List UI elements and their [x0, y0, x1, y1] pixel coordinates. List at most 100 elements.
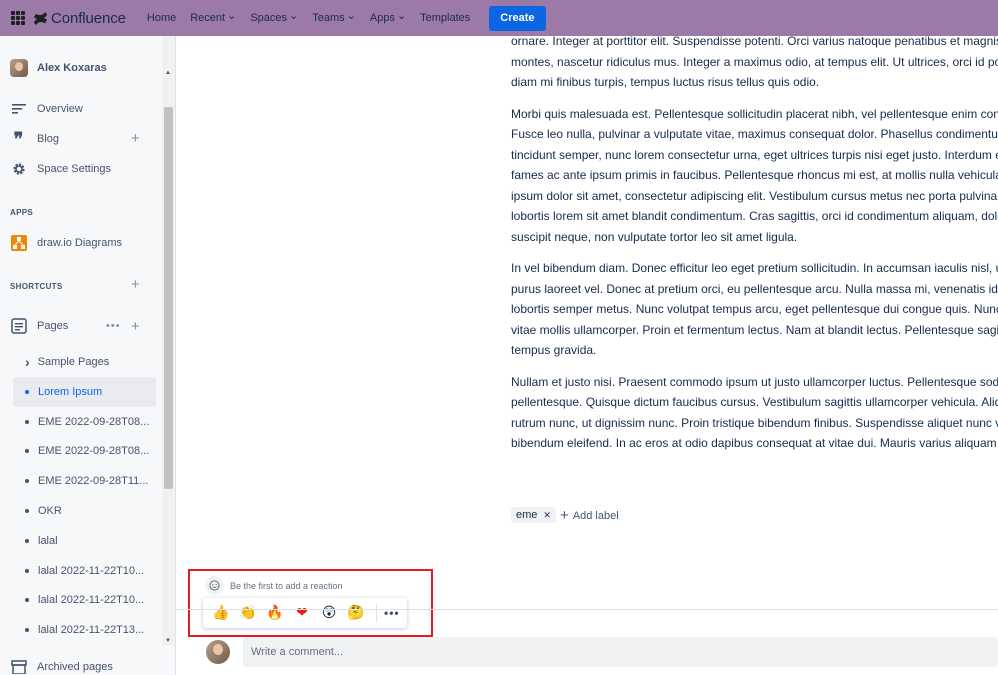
tree-item[interactable]: lalal 2022-11-22T10... [13, 585, 156, 615]
bullet-icon [25, 628, 29, 633]
bullet-icon [25, 449, 29, 454]
nav-spaces[interactable]: Spaces ⌄ [250, 10, 299, 24]
sidebar-item-label: Space Settings [37, 163, 111, 175]
scrollbar-thumb[interactable] [164, 107, 173, 489]
tree-item[interactable]: Lorem Ipsum [13, 376, 156, 407]
tree-item[interactable]: EME 2022-09-28T11... [13, 466, 156, 496]
tree-item-label: EME 2022-09-28T11... [38, 475, 149, 488]
bullet-icon [25, 389, 29, 394]
sidebar-item-label: draw.io Diagrams [37, 237, 122, 249]
overview-icon [10, 102, 27, 116]
tree-item-label: lalal 2022-11-22T10... [38, 564, 145, 577]
tree-item-label: Lorem Ipsum [38, 385, 103, 398]
bullet-icon [25, 598, 29, 603]
tree-item-label: EME 2022-09-28T08... [38, 445, 150, 458]
gear-icon [10, 162, 27, 176]
tree-item-label: EME 2022-09-28T08... [38, 415, 150, 428]
text-line: vitae mollis ullamcorper. Proin et ferme… [511, 322, 998, 337]
page-body: ornare. Integer at porttitor elit. Suspe… [511, 31, 998, 465]
user-name: Alex Koxaras [37, 62, 107, 74]
paragraph: Nullam et justo nisi. Praesent commodo i… [511, 372, 998, 454]
nav-label: Apps [369, 12, 395, 24]
tree-item[interactable]: › Sample Pages [13, 347, 156, 377]
page-label-chip[interactable]: eme ✕ [511, 507, 556, 523]
tree-item[interactable]: OKR [13, 496, 156, 526]
sidebar-item-overview[interactable]: Overview [10, 102, 83, 116]
paragraph: Morbi quis malesuada est. Pellentesque s… [511, 104, 998, 248]
sidebar-item-archived-pages[interactable]: Archived pages [10, 660, 113, 674]
space-owner[interactable]: Alex Koxaras [10, 59, 107, 77]
pages-more-icon[interactable]: ••• [106, 320, 121, 332]
text-line: In vel bibendum diam. Donec efficitur le… [511, 261, 998, 275]
sidebar-item-space-settings[interactable]: Space Settings [10, 162, 111, 176]
tree-item-label: lalal [38, 534, 58, 547]
nav-recent[interactable]: Recent ⌄ [190, 10, 237, 24]
tree-item-label: OKR [38, 505, 62, 517]
tree-item-label: Sample Pages [37, 356, 110, 368]
scroll-up-arrow-icon[interactable]: ▲ [165, 70, 171, 76]
text-line: rutrum nunc, ut dignissim nunc. Proin tr… [511, 415, 998, 430]
quote-icon: ❞ [13, 128, 24, 150]
text-line: Nullam et justo nisi. Praesent commodo i… [511, 374, 998, 389]
product-name: Confluence [51, 9, 126, 27]
tree-item-label: lalal 2022-11-22T10... [38, 594, 145, 607]
sidebar-item-drawio[interactable]: draw.io Diagrams [10, 235, 122, 251]
chevron-down-icon: ⌄ [227, 10, 237, 22]
add-label-text: Add label [572, 509, 619, 522]
tree-item[interactable]: EME 2022-09-28T08... [13, 436, 156, 466]
plus-icon: + [560, 507, 569, 524]
text-line: diam mi finibus turpis, tempus luctus ri… [511, 75, 820, 89]
chevron-right-icon[interactable]: › [25, 354, 30, 370]
comment-divider [176, 609, 998, 610]
add-shortcut-icon[interactable]: + [131, 276, 140, 293]
paragraph: In vel bibendum diam. Donec efficitur le… [511, 258, 998, 361]
add-blog-icon[interactable]: + [131, 130, 140, 147]
shortcuts-heading: SHORTCUTS [10, 282, 63, 291]
tree-item[interactable]: lalal 2022-11-22T13... [13, 615, 156, 645]
sidebar-item-label: Blog [37, 133, 60, 145]
text-line: purus laoreet vel. Donec at pretium orci… [511, 281, 998, 296]
text-line: Fusce leo nulla, pulvinar a vulputate vi… [511, 127, 998, 141]
nav-apps[interactable]: Apps ⌄ [369, 10, 406, 24]
sidebar-item-label: Archived pages [37, 661, 113, 673]
confluence-logo[interactable]: Confluence [33, 10, 126, 27]
text-line: lobortis semper metus. Nunc volutpat tem… [511, 302, 998, 316]
bullet-icon [25, 479, 29, 484]
text-line: lobortis lorem sit amet blandit condimen… [511, 209, 998, 223]
text-line: Morbi quis malesuada est. Pellentesque s… [511, 106, 998, 121]
add-page-icon[interactable]: + [131, 318, 140, 335]
highlight-box [188, 569, 433, 637]
text-line: ornare. Integer at porttitor elit. Suspe… [511, 34, 998, 48]
text-line: suscipit neque, non vulputate tortor leo… [511, 229, 798, 244]
comment-input[interactable]: Write a comment... [243, 637, 998, 667]
nav-templates[interactable]: Templates [420, 12, 470, 24]
bullet-icon [25, 419, 29, 424]
text-line: pellentesque. Quisque dictum faucibus cu… [511, 395, 998, 409]
text-line: bibendum eleifend. In ac eros at odio da… [511, 436, 998, 450]
scroll-down-arrow-icon[interactable]: ▼ [165, 638, 171, 644]
add-label-button[interactable]: + Add label [560, 507, 619, 524]
avatar [206, 640, 230, 664]
app-switcher-icon[interactable] [11, 11, 25, 25]
nav-home[interactable]: Home [147, 12, 176, 24]
tree-item[interactable]: lalal [13, 526, 156, 556]
archive-icon [10, 660, 27, 674]
text-line: montes, nascetur ridiculus mus. Integer … [511, 54, 998, 69]
apps-heading: APPS [10, 208, 33, 217]
tree-item[interactable]: lalal 2022-11-22T10... [13, 556, 156, 586]
tree-item-label: lalal 2022-11-22T13... [38, 624, 145, 637]
avatar [10, 59, 28, 77]
tree-item[interactable]: EME 2022-09-28T08... [13, 407, 156, 437]
sidebar-item-pages[interactable]: Pages [10, 318, 68, 334]
text-line: tincidunt semper, nunc lorem consectetur… [511, 147, 998, 162]
confluence-logo-icon [33, 11, 48, 25]
drawio-icon [10, 235, 27, 251]
chevron-down-icon: ⌄ [289, 10, 299, 22]
text-line: fames ac ante ipsum primis in faucibus. … [511, 168, 998, 182]
remove-label-icon[interactable]: ✕ [543, 510, 551, 521]
create-button[interactable]: Create [489, 5, 546, 31]
sidebar-item-blog[interactable]: ❞ Blog [10, 128, 60, 150]
nav-teams[interactable]: Teams ⌄ [312, 10, 356, 24]
sidebar-scrollbar[interactable]: ▲ ▼ [162, 36, 175, 646]
label-text: eme [516, 509, 538, 521]
